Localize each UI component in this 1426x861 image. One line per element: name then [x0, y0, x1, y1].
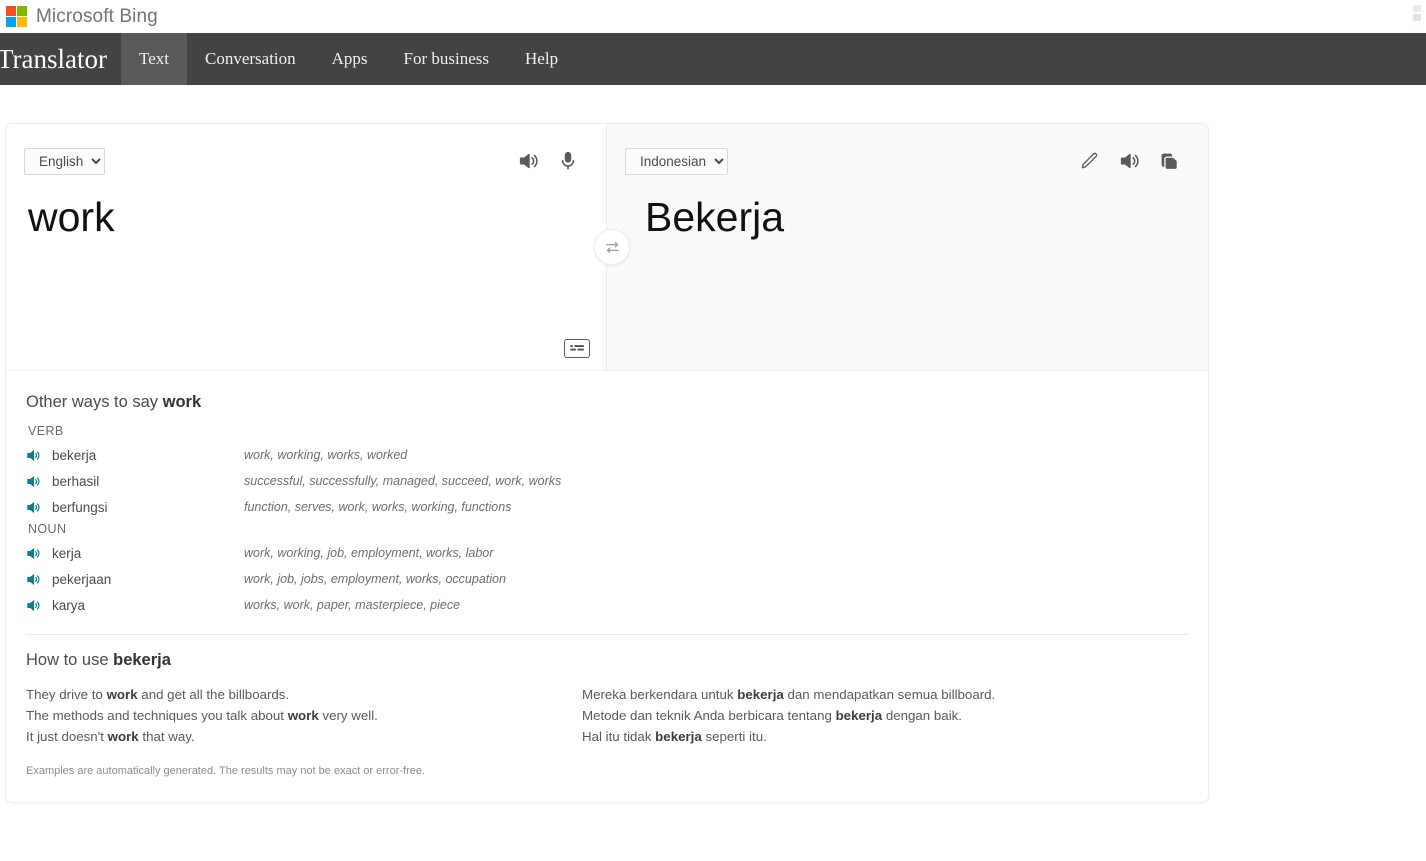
usage-source-column: They drive to work and get all the billb…: [26, 684, 582, 747]
usage-title-prefix: How to use: [26, 651, 113, 669]
microsoft-squares-icon: [6, 6, 27, 27]
usage-example-target: Hal itu tidak bekerja seperti itu.: [582, 726, 1138, 747]
dictionary-word[interactable]: kerja: [52, 546, 244, 561]
dictionary-entry-row[interactable]: berfungsi function, serves, work, works,…: [26, 494, 1188, 520]
nav-items: Text Conversation Apps For business Help: [121, 33, 576, 85]
brand-name: Microsoft Bing: [36, 6, 158, 28]
usage-text: dengan baik.: [882, 708, 962, 723]
usage-example-source: It just doesn't work that way.: [26, 726, 582, 747]
usage-title: How to use bekerja: [26, 651, 1188, 670]
dictionary-word[interactable]: karya: [52, 598, 244, 613]
usage-text: They drive to: [26, 687, 107, 702]
dictionary-entry-row[interactable]: karya works, work, paper, masterpiece, p…: [26, 592, 1188, 618]
usage-text: seperti itu.: [702, 729, 767, 744]
microphone-icon[interactable]: [558, 150, 578, 172]
usage-example-target: Metode dan teknik Anda berbicara tentang…: [582, 705, 1138, 726]
usage-text: It just doesn't: [26, 729, 108, 744]
brand-bar: Microsoft Bing: [0, 0, 1426, 33]
usage-disclaimer: Examples are automatically generated. Th…: [26, 765, 1188, 777]
speaker-icon[interactable]: [26, 448, 52, 463]
dictionary-word[interactable]: pekerjaan: [52, 572, 244, 587]
dictionary-title: Other ways to say work: [26, 393, 1188, 412]
nav-item-help[interactable]: Help: [507, 33, 576, 85]
nav-item-for-business[interactable]: For business: [386, 33, 507, 85]
target-pane-toolbar: Indonesian: [607, 124, 1208, 180]
nav-item-conversation[interactable]: Conversation: [187, 33, 314, 85]
usage-title-word: bekerja: [113, 651, 171, 669]
usage-example-source: The methods and techniques you talk abou…: [26, 705, 582, 726]
dictionary-entry-row[interactable]: bekerja work, working, works, worked: [26, 442, 1188, 468]
source-text[interactable]: work: [6, 180, 606, 243]
usage-text: dan mendapatkan semua billboard.: [784, 687, 995, 702]
target-text: Bekerja: [607, 180, 1208, 243]
usage-section: How to use bekerja They drive to work an…: [6, 635, 1208, 777]
pos-label-noun: NOUN: [28, 522, 1188, 536]
speaker-icon[interactable]: [517, 150, 539, 172]
usage-highlight: bekerja: [836, 708, 883, 723]
dictionary-entry-row[interactable]: berhasil successful, successfully, manag…: [26, 468, 1188, 494]
usage-example-target: Mereka berkendara untuk bekerja dan mend…: [582, 684, 1138, 705]
source-language-select[interactable]: English: [24, 148, 105, 175]
usage-example-source: They drive to work and get all the billb…: [26, 684, 582, 705]
target-language-select[interactable]: Indonesian: [625, 148, 728, 175]
pos-label-verb: VERB: [28, 424, 1188, 438]
usage-target-column: Mereka berkendara untuk bekerja dan mend…: [582, 684, 1138, 747]
speaker-icon[interactable]: [26, 598, 52, 613]
dictionary-word[interactable]: bekerja: [52, 448, 244, 463]
usage-highlight: work: [108, 729, 139, 744]
speaker-icon[interactable]: [26, 474, 52, 489]
usage-text: Metode dan teknik Anda berbicara tentang: [582, 708, 836, 723]
dictionary-back-translations: works, work, paper, masterpiece, piece: [244, 598, 460, 612]
dictionary-entry-row[interactable]: pekerjaan work, job, jobs, employment, w…: [26, 566, 1188, 592]
usage-text: Hal itu tidak: [582, 729, 655, 744]
target-pane-icons: [1079, 150, 1180, 172]
swap-languages-button[interactable]: [594, 229, 630, 265]
dictionary-back-translations: work, working, works, worked: [244, 448, 407, 462]
usage-highlight: bekerja: [655, 729, 702, 744]
keyboard-icon[interactable]: [564, 339, 590, 358]
nav-item-apps[interactable]: Apps: [314, 33, 386, 85]
speaker-icon[interactable]: [26, 546, 52, 561]
pencil-icon[interactable]: [1079, 151, 1099, 171]
dictionary-back-translations: function, serves, work, works, working, …: [244, 500, 511, 514]
dictionary-entry-row[interactable]: kerja work, working, job, employment, wo…: [26, 540, 1188, 566]
speaker-icon[interactable]: [26, 572, 52, 587]
dictionary-section: Other ways to say work VERB bekerja work…: [6, 371, 1208, 635]
usage-highlight: work: [107, 687, 138, 702]
usage-highlight: work: [288, 708, 319, 723]
dictionary-title-word: work: [163, 393, 202, 411]
speaker-icon[interactable]: [26, 500, 52, 515]
usage-text: that way.: [139, 729, 195, 744]
dictionary-word[interactable]: berfungsi: [52, 500, 244, 515]
speaker-icon[interactable]: [1118, 150, 1140, 172]
nav-item-text[interactable]: Text: [121, 33, 187, 85]
usage-text: Mereka berkendara untuk: [582, 687, 737, 702]
usage-highlight: bekerja: [737, 687, 784, 702]
dictionary-word[interactable]: berhasil: [52, 474, 244, 489]
usage-text: very well.: [319, 708, 378, 723]
source-pane-icons: [517, 150, 578, 172]
translator-card: English: [5, 123, 1209, 803]
copy-icon[interactable]: [1159, 151, 1180, 172]
dictionary-back-translations: work, working, job, employment, works, l…: [244, 546, 493, 560]
nav-title[interactable]: Translator: [0, 33, 121, 85]
source-pane: English: [6, 124, 607, 370]
translation-panes: English: [6, 124, 1208, 371]
dictionary-title-prefix: Other ways to say: [26, 393, 163, 411]
account-widget-partial-icon[interactable]: [1410, 4, 1424, 22]
main-navigation: Translator Text Conversation Apps For bu…: [0, 33, 1426, 85]
usage-text: The methods and techniques you talk abou…: [26, 708, 288, 723]
target-pane: Indonesian: [607, 124, 1208, 370]
usage-text: and get all the billboards.: [138, 687, 290, 702]
source-pane-toolbar: English: [6, 124, 606, 180]
dictionary-back-translations: successful, successfully, managed, succe…: [244, 474, 561, 488]
usage-columns: They drive to work and get all the billb…: [26, 684, 1188, 747]
dictionary-back-translations: work, job, jobs, employment, works, occu…: [244, 572, 506, 586]
